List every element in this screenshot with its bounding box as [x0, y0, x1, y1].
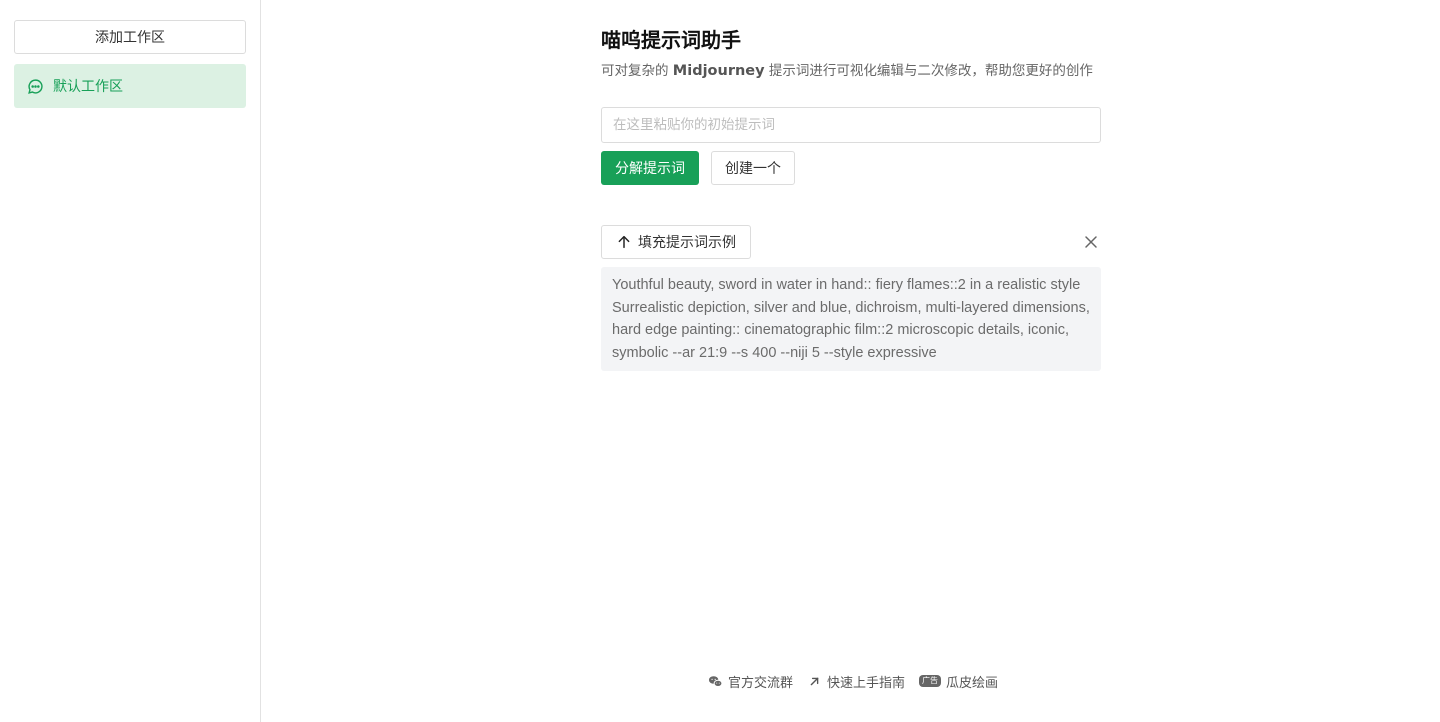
fill-example-button[interactable]: 填充提示词示例 — [601, 225, 751, 259]
decompose-prompt-button[interactable]: 分解提示词 — [601, 151, 699, 185]
footer-link-quick-start-guide[interactable]: 快速上手指南 — [807, 672, 905, 691]
close-icon[interactable] — [1084, 234, 1098, 248]
example-prompt-text: Youthful beauty, sword in water in hand:… — [601, 267, 1101, 371]
sidebar: 添加工作区 默认工作区 — [0, 0, 261, 722]
prompt-input[interactable] — [601, 107, 1101, 143]
fill-example-label: 填充提示词示例 — [638, 234, 736, 250]
footer-link-community-group[interactable]: 官方交流群 — [708, 672, 793, 691]
footer-link-guapi-painting[interactable]: 广告 瓜皮绘画 — [919, 672, 998, 691]
brand-name: Midjourney — [672, 63, 765, 79]
chat-bubble-icon — [27, 78, 44, 95]
page-title: 喵呜提示词助手 — [601, 28, 741, 52]
wechat-icon — [708, 674, 723, 689]
add-workspace-button[interactable]: 添加工作区 — [14, 20, 246, 54]
footer-link-label: 官方交流群 — [728, 675, 794, 691]
arrow-up-icon — [616, 234, 632, 250]
sidebar-item-label: 默认工作区 — [53, 79, 123, 95]
app-root: 添加工作区 默认工作区 喵呜提示词助手 可对复杂的 Midjourney 提示词… — [0, 0, 1440, 722]
arrow-up-right-icon — [807, 674, 822, 689]
sidebar-item-default-workspace[interactable]: 默认工作区 — [14, 64, 246, 108]
footer-link-label: 瓜皮绘画 — [946, 675, 999, 691]
ad-badge-icon: 广告 — [919, 675, 942, 687]
page-subtitle: 可对复杂的 Midjourney 提示词进行可视化编辑与二次修改，帮助您更好的创… — [601, 63, 1093, 79]
create-prompt-button[interactable]: 创建一个 — [711, 151, 795, 185]
footer-links: 官方交流群 快速上手指南 广告 瓜皮绘画 — [708, 672, 998, 691]
footer-link-label: 快速上手指南 — [827, 675, 906, 691]
